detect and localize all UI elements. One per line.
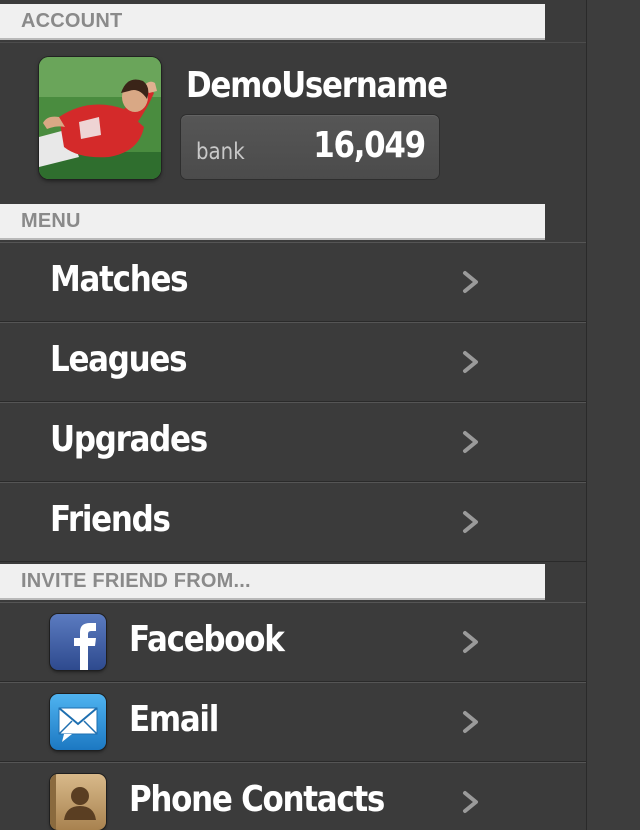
chevron-right-icon bbox=[463, 711, 478, 733]
menu-item-label: Matches bbox=[50, 259, 189, 300]
invite-item-label: Facebook bbox=[129, 619, 285, 660]
menu-item-upgrades[interactable]: Upgrades bbox=[0, 402, 586, 482]
menu-item-friends[interactable]: Friends bbox=[0, 482, 586, 562]
invite-item-label: Email bbox=[129, 699, 219, 740]
chevron-right-icon bbox=[463, 271, 478, 293]
invite-item-facebook[interactable]: Facebook bbox=[0, 602, 586, 682]
menu-item-label: Leagues bbox=[50, 339, 188, 380]
facebook-icon bbox=[50, 614, 106, 670]
invite-item-email[interactable]: Email bbox=[0, 682, 586, 762]
menu-item-label: Upgrades bbox=[50, 419, 208, 460]
section-header-menu-label: MENU bbox=[21, 210, 81, 232]
invite-item-phone-contacts[interactable]: Phone Contacts bbox=[0, 762, 586, 830]
mail-icon bbox=[50, 694, 106, 750]
chevron-right-icon bbox=[463, 511, 478, 533]
username: DemoUsername bbox=[186, 65, 448, 106]
invite-item-label: Phone Contacts bbox=[129, 779, 385, 820]
section-header-invite-label: INVITE FRIEND FROM... bbox=[21, 570, 251, 592]
section-header-invite: INVITE FRIEND FROM... bbox=[0, 564, 545, 600]
chevron-right-icon bbox=[463, 351, 478, 373]
account-block[interactable]: DemoUsername bank 16,049 bbox=[0, 42, 586, 204]
bank-label: bank bbox=[196, 139, 245, 165]
chevron-right-icon bbox=[463, 431, 478, 453]
menu-item-matches[interactable]: Matches bbox=[0, 242, 586, 322]
section-header-account: ACCOUNT bbox=[0, 4, 545, 40]
contacts-icon bbox=[50, 774, 106, 830]
chevron-right-icon bbox=[463, 631, 478, 653]
section-header-menu: MENU bbox=[0, 204, 545, 240]
bank-value: 16,049 bbox=[313, 125, 426, 166]
player-avatar[interactable] bbox=[39, 57, 161, 179]
section-header-account-label: ACCOUNT bbox=[21, 10, 123, 32]
bank-balance-box: bank 16,049 bbox=[181, 115, 439, 179]
underlying-page-edge[interactable] bbox=[586, 0, 640, 830]
app-root: ACCOUNT DemoUsername bank 16,049 MENU Ma… bbox=[0, 0, 640, 830]
menu-item-leagues[interactable]: Leagues bbox=[0, 322, 586, 402]
side-menu-panel: ACCOUNT DemoUsername bank 16,049 MENU Ma… bbox=[0, 0, 586, 830]
menu-item-label: Friends bbox=[50, 499, 171, 540]
player-avatar-image bbox=[39, 57, 161, 179]
chevron-right-icon bbox=[463, 791, 478, 813]
